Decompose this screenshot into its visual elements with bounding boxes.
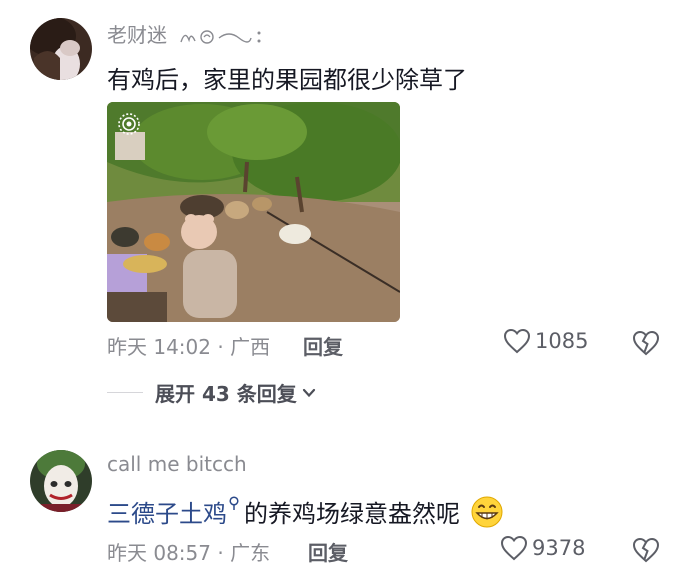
like-count: 1085 [535, 329, 589, 353]
username[interactable]: 老财迷 [107, 19, 267, 48]
username-text: 老财迷 [107, 23, 167, 47]
comment-item: 老财迷 有鸡后，家里的果园都很少除草了 昨天 14:02 · 广西 回复 108… [0, 0, 690, 430]
avatar[interactable] [30, 18, 92, 80]
meta-separator: · [217, 335, 224, 359]
decorative-glyph-icon [180, 29, 261, 44]
comment-text-body: 的养鸡场绿意盎然呢 [244, 500, 460, 528]
reply-button[interactable]: 回复 [303, 331, 343, 360]
dislike-button[interactable] [632, 537, 660, 567]
comment-location: 广西 [230, 335, 271, 359]
expand-divider [107, 392, 143, 393]
comment-meta: 昨天 14:02 · 广西 [107, 331, 270, 360]
search-small-icon [229, 496, 239, 510]
like-button[interactable]: 1085 [503, 328, 588, 354]
mention-link[interactable]: 三德子土鸡 [107, 500, 227, 528]
heart-outline-icon [500, 535, 528, 561]
grinning-emoji-icon [471, 496, 503, 528]
comment-text: 有鸡后，家里的果园都很少除草了 [107, 66, 467, 94]
expand-replies-label: 展开 43 条回复 [155, 382, 297, 406]
avatar-image [30, 450, 92, 512]
username[interactable]: call me bitcch [107, 452, 247, 476]
comment-photo[interactable] [107, 102, 400, 322]
reply-button[interactable]: 回复 [308, 537, 348, 566]
heart-outline-icon [503, 328, 531, 354]
avatar[interactable] [30, 450, 92, 512]
meta-separator: · [217, 541, 224, 565]
comment-item: call me bitcch 三德子土鸡 的养鸡场绿意盎然呢 昨天 08:57 … [0, 430, 690, 573]
like-count: 9378 [532, 536, 586, 560]
comment-text: 三德子土鸡 的养鸡场绿意盎然呢 [107, 494, 504, 529]
like-button[interactable]: 9378 [500, 535, 585, 561]
dislike-button[interactable] [632, 330, 660, 360]
chevron-down-icon [302, 388, 315, 397]
live-photo-icon [118, 113, 140, 135]
broken-heart-icon [632, 537, 660, 563]
comment-time: 昨天 08:57 [107, 541, 211, 565]
orchard-chickens-image [107, 102, 400, 322]
comment-meta: 昨天 08:57 · 广东 [107, 537, 270, 566]
expand-replies-button[interactable]: 展开 43 条回复 [107, 378, 317, 407]
avatar-image [30, 18, 92, 80]
broken-heart-icon [632, 330, 660, 356]
comment-time: 昨天 14:02 [107, 335, 211, 359]
comment-location: 广东 [230, 541, 271, 565]
